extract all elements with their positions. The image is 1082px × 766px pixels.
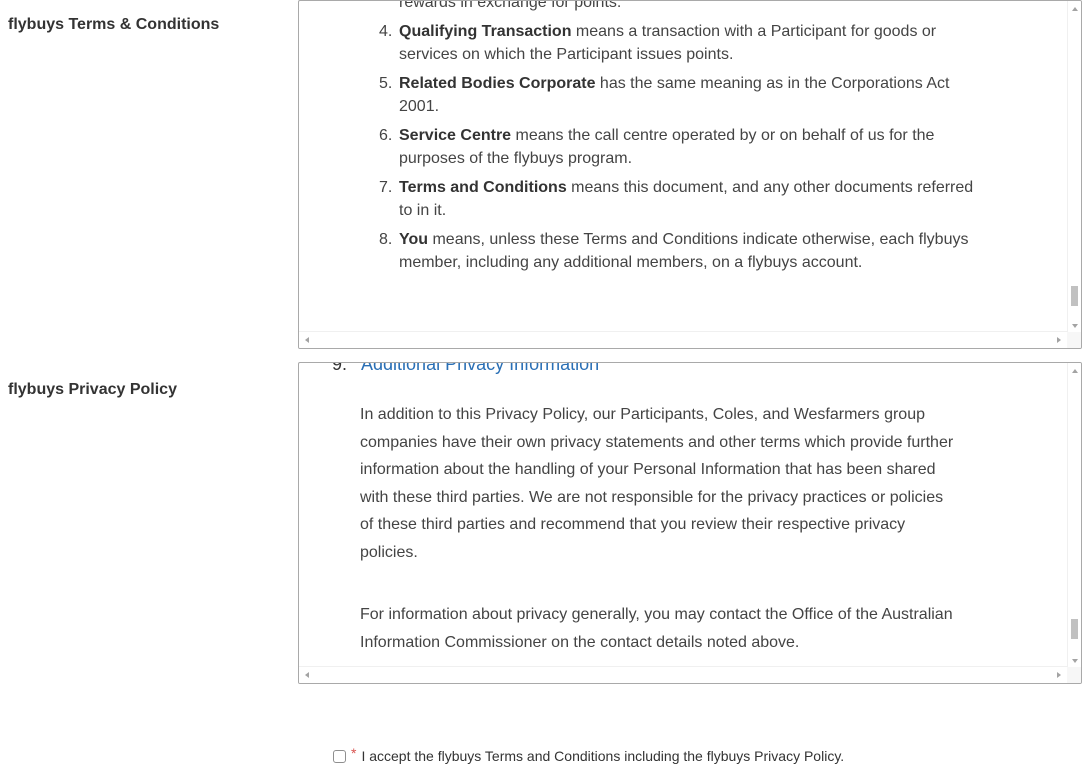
accept-label[interactable]: I accept the flybuys Terms and Condition… <box>361 748 844 764</box>
terms-item: 8. You means, unless these Terms and Con… <box>379 231 969 271</box>
terms-item: 7. Terms and Conditions means this docum… <box>379 179 974 219</box>
accept-checkbox[interactable] <box>333 749 346 763</box>
terms-vertical-scrollbar[interactable] <box>1067 1 1081 332</box>
privacy-scroll-thumb[interactable] <box>1071 619 1078 639</box>
privacy-horizontal-scrollbar[interactable] <box>299 666 1067 683</box>
scroll-down-icon[interactable] <box>1072 324 1078 328</box>
terms-section-label: flybuys Terms & Conditions <box>8 16 220 33</box>
scrollbar-corner <box>1067 667 1081 683</box>
privacy-paragraph: In addition to this Privacy Policy, our … <box>360 406 954 561</box>
privacy-textbox[interactable]: 9. Additional Privacy Information In addi… <box>298 362 1082 684</box>
privacy-heading: 9. Additional Privacy Information <box>332 363 600 374</box>
privacy-section-label: flybuys Privacy Policy <box>8 381 177 398</box>
terms-content: rewards in exchange for points. 4. Quali… <box>299 1 1067 332</box>
privacy-paragraph: For information about privacy generally,… <box>360 606 953 651</box>
scroll-right-icon[interactable] <box>1057 337 1061 343</box>
scroll-down-icon[interactable] <box>1072 659 1078 663</box>
terms-item: 5. Related Bodies Corporate has the same… <box>379 75 950 115</box>
privacy-vertical-scrollbar[interactable] <box>1067 363 1081 667</box>
scroll-left-icon[interactable] <box>305 672 309 678</box>
terms-scroll-thumb[interactable] <box>1071 286 1078 306</box>
terms-item: 4. Qualifying Transaction means a transa… <box>379 23 937 63</box>
scroll-left-icon[interactable] <box>305 337 309 343</box>
terms-textbox[interactable]: rewards in exchange for points. 4. Quali… <box>298 0 1082 349</box>
accept-row: * I accept the flybuys Terms and Conditi… <box>333 745 844 764</box>
scroll-right-icon[interactable] <box>1057 672 1061 678</box>
scroll-up-icon[interactable] <box>1072 369 1078 373</box>
scroll-up-icon[interactable] <box>1072 7 1078 11</box>
required-marker: * <box>351 745 357 761</box>
terms-horizontal-scrollbar[interactable] <box>299 331 1067 348</box>
privacy-content: 9. Additional Privacy Information In addi… <box>299 363 1067 667</box>
terms-partial-line: rewards in exchange for points. <box>399 1 622 11</box>
terms-item: 6. Service Centre means the call centre … <box>379 127 935 167</box>
scrollbar-corner <box>1067 332 1081 348</box>
